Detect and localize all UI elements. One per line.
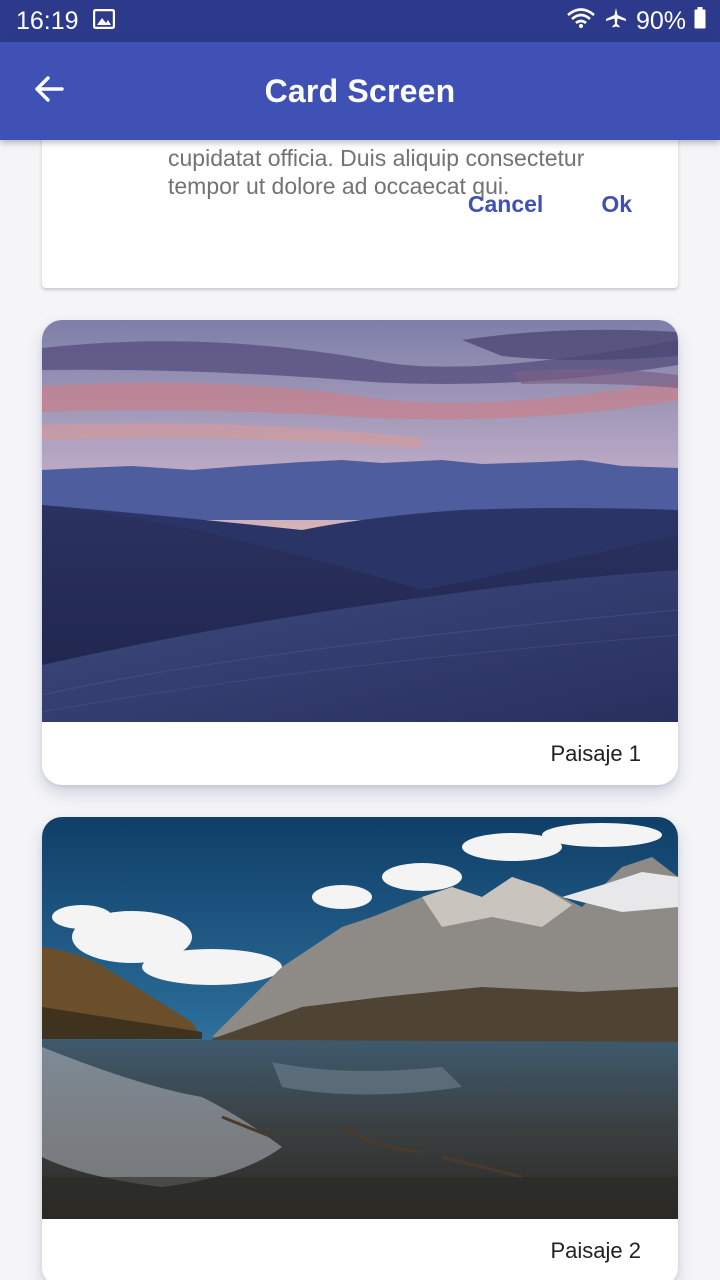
gallery-icon	[92, 7, 115, 36]
cancel-button[interactable]: Cancel	[468, 191, 543, 218]
image-card-2[interactable]: Paisaje 2	[42, 817, 678, 1280]
dialog-card: cupidatat officia. Duis aliquip consecte…	[42, 140, 678, 288]
page-title: Card Screen	[264, 72, 456, 109]
battery-icon	[694, 6, 706, 36]
card-text-line: cupidatat officia. Duis aliquip consecte…	[168, 145, 585, 171]
landscape-image-2	[42, 817, 678, 1219]
wifi-icon	[566, 7, 596, 36]
airplane-icon	[604, 6, 628, 37]
battery-text: 90%	[635, 6, 686, 35]
ok-button[interactable]: Ok	[601, 191, 632, 218]
card-caption: Paisaje 2	[550, 1237, 641, 1263]
card-caption: Paisaje 1	[550, 740, 641, 766]
card-list[interactable]: cupidatat officia. Duis aliquip consecte…	[0, 140, 720, 1280]
status-time: 16:19	[16, 6, 79, 35]
card-actions: Cancel Ok	[468, 191, 632, 218]
back-button[interactable]	[26, 68, 72, 114]
app-bar: Card Screen	[0, 42, 720, 140]
image-card-1[interactable]: Paisaje 1	[42, 320, 678, 785]
status-bar: 16:19 90%	[0, 0, 720, 42]
arrow-back-icon	[33, 73, 65, 110]
landscape-image-1	[42, 320, 678, 722]
